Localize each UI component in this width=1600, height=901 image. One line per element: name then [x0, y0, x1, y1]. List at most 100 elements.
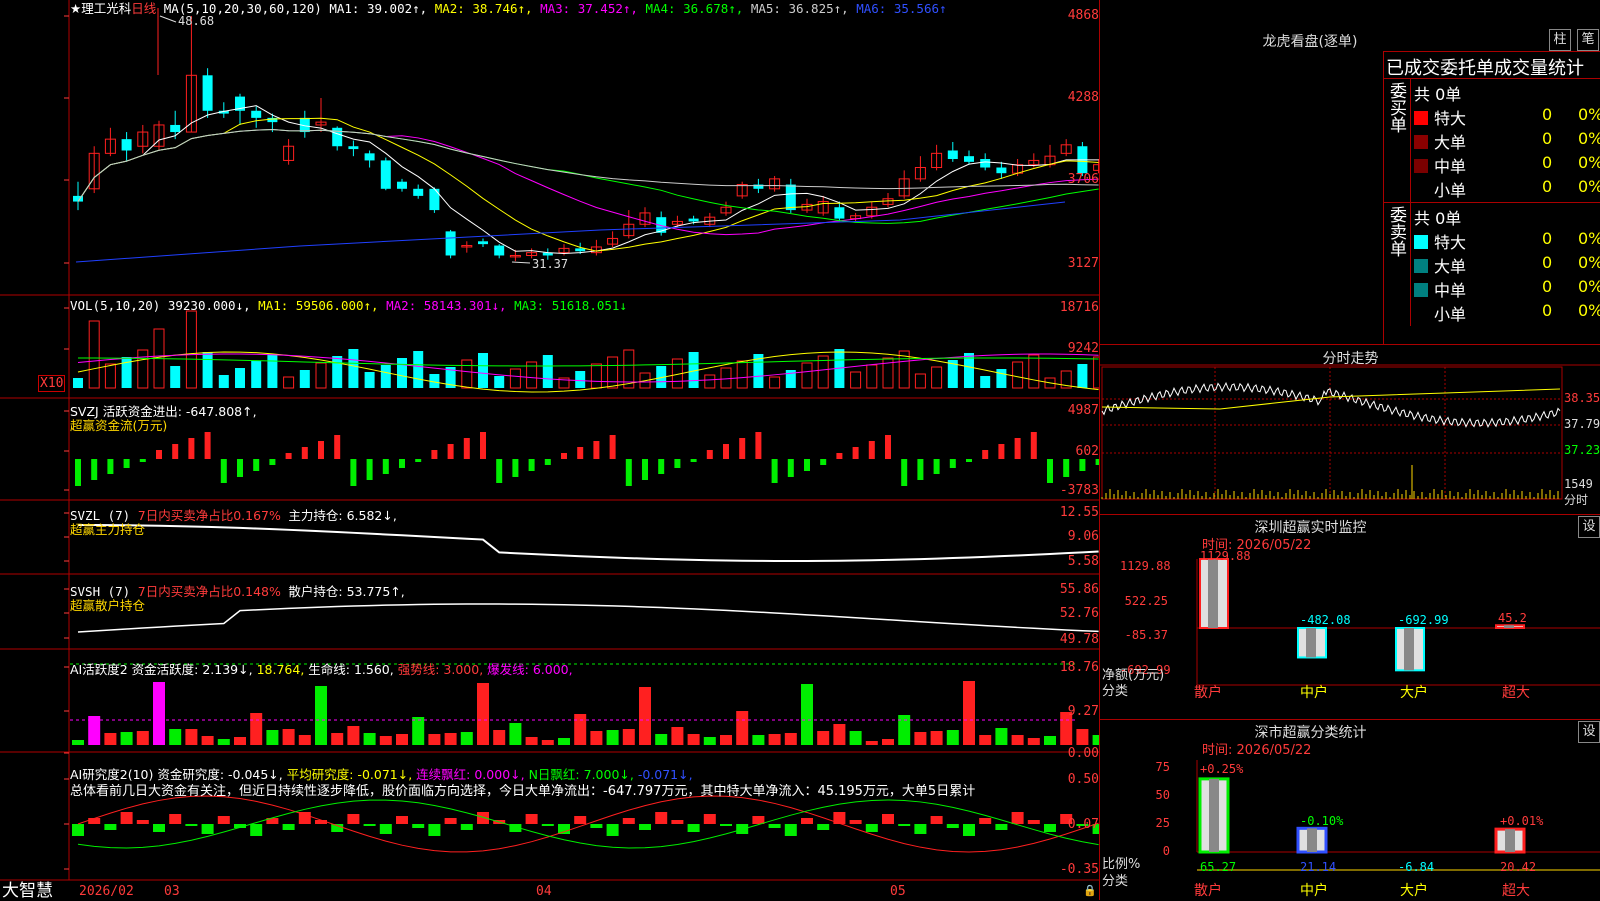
ss-value: 21.14: [1300, 860, 1337, 874]
ss-category: 超大: [1502, 883, 1530, 899]
ai-burst: 爆发线: 6.000,: [487, 662, 573, 677]
order-pct: 0%: [1578, 153, 1600, 172]
order-count: 0: [1542, 253, 1553, 272]
svzj-title: 超赢资金流(万元): [70, 418, 168, 433]
activity-bar: [120, 732, 133, 745]
research-bar: [865, 824, 878, 832]
sz-bar-shade: [1306, 628, 1316, 658]
candle-body: [429, 188, 440, 211]
activity-bar: [849, 731, 862, 745]
fund-flow-bar: [1079, 459, 1086, 471]
activity-bar: [865, 741, 878, 745]
volume-bar: [235, 368, 245, 388]
sz-axis-label: -85.37: [1124, 628, 1168, 642]
activity-bar: [298, 735, 311, 745]
ai-axis-label: 18.76: [1059, 660, 1099, 675]
buy-side-label: 委买单: [1386, 82, 1406, 133]
fund-flow-bar: [966, 459, 972, 462]
activity-bar: [185, 729, 198, 745]
research-bar: [914, 824, 927, 834]
vol-ma1: MA1: 59506.000↑,: [258, 298, 379, 313]
ss-value: 65.27: [1200, 860, 1237, 874]
volume-bar: [413, 351, 424, 388]
candle-body: [445, 231, 456, 256]
buy-total: 共 0单: [1414, 85, 1462, 104]
sz-value: -482.08: [1300, 613, 1351, 627]
sz-value: -692.99: [1398, 613, 1449, 627]
research-bar: [801, 818, 813, 824]
volume-bar: [397, 358, 407, 388]
activity-bar: [574, 714, 587, 745]
ai2-axis-label: 0.07: [1067, 817, 1099, 832]
ss-category: 散户: [1194, 883, 1222, 899]
ma1-value: MA1: 39.002↑,: [329, 1, 428, 16]
svsh-axis-label: 55.86: [1059, 582, 1099, 597]
activity-bar: [153, 682, 165, 745]
research-bar: [995, 824, 1008, 830]
activity-bar: [930, 731, 943, 745]
order-color-swatch: [1414, 159, 1428, 173]
stock-name[interactable]: ★理工光科: [70, 1, 131, 16]
vol-unit-badge[interactable]: X10: [38, 375, 66, 392]
svzl-label: SVZL (7): [70, 508, 131, 523]
order-size-label: 小单: [1434, 181, 1467, 200]
activity-bar: [493, 730, 506, 745]
kline-chart-area[interactable]: 4868 4288 3706 3127 18716 9242 X10 4987 …: [0, 0, 1099, 900]
candle-body: [575, 248, 586, 252]
research-bar: [622, 818, 635, 824]
svzj-axis-label: -3783: [1059, 483, 1099, 498]
order-color-swatch: [1414, 283, 1428, 297]
volume-bar: [980, 376, 991, 388]
volume-bar: [720, 367, 732, 389]
period-label[interactable]: 日线: [131, 1, 156, 16]
order-size-label: 大单: [1434, 257, 1467, 276]
candle-body: [202, 75, 213, 111]
order-pct: 0%: [1578, 229, 1600, 248]
price-axis-label: 4288: [1067, 90, 1099, 105]
sz-axis-label: 1129.88: [1120, 559, 1171, 573]
volume-bar: [509, 368, 521, 389]
ss-bar-shade: [1209, 778, 1219, 852]
svzj-header: SVZJ 活跃资金进出: -647.808↑,: [70, 404, 257, 419]
activity-bar: [379, 736, 392, 745]
fund-flow-bar: [447, 444, 454, 459]
sz-value: 1129.88: [1200, 549, 1251, 563]
ss-axis-label: 75: [1155, 760, 1170, 774]
fund-flow-bar: [739, 438, 746, 459]
ss-axis-label: 0: [1162, 844, 1170, 858]
intraday-box[interactable]: 分时走势 38.35 37.79 37.23 1549 分时: [1100, 344, 1600, 515]
order-row: 大单 0 0%: [1414, 129, 1600, 153]
fund-flow-bar: [1047, 459, 1053, 483]
research-bar: [590, 824, 603, 828]
research-bar: [817, 824, 830, 830]
activity-bar: [606, 730, 619, 745]
fs-axis-label: 37.23: [1564, 443, 1600, 457]
order-color-swatch: [1414, 235, 1428, 249]
volume-bar: [348, 349, 359, 388]
lhb-tabs[interactable]: 已成交委托单成交量统计: [1386, 54, 1584, 80]
research-bar: [687, 824, 700, 832]
tick-view-button[interactable]: 笔: [1577, 29, 1599, 51]
fund-flow-bar: [301, 447, 308, 459]
fund-flow-bar: [658, 459, 665, 474]
vol-ma2: MA2: 58143.301↓,: [386, 298, 507, 313]
column-view-button[interactable]: 柱: [1549, 29, 1571, 51]
activity-bar: [736, 711, 749, 745]
activity-bar: [169, 729, 182, 745]
order-pct: 0%: [1578, 253, 1600, 272]
vol-panel-header: VOL(5,10,20) 39230.000↓, MA1: 59506.000↑…: [70, 298, 627, 313]
fund-flow-bar: [172, 444, 179, 459]
ss-top-label: -0.10%: [1300, 814, 1344, 828]
volume-bar: [283, 376, 295, 389]
intraday-chart[interactable]: [1100, 345, 1600, 515]
sell-side-label: 委卖单: [1386, 206, 1406, 257]
lock-icon[interactable]: 🔒: [1083, 883, 1097, 898]
kline-chart-svg[interactable]: [0, 0, 1099, 900]
fund-flow-bar: [901, 459, 908, 486]
order-color-swatch: [1414, 183, 1428, 197]
ma-line: [77, 129, 1099, 224]
ai-axis-label: 9.27: [1067, 704, 1099, 719]
volume-bar: [575, 371, 586, 388]
fund-flow-bar: [561, 453, 567, 459]
fund-flow-bar: [674, 459, 681, 468]
